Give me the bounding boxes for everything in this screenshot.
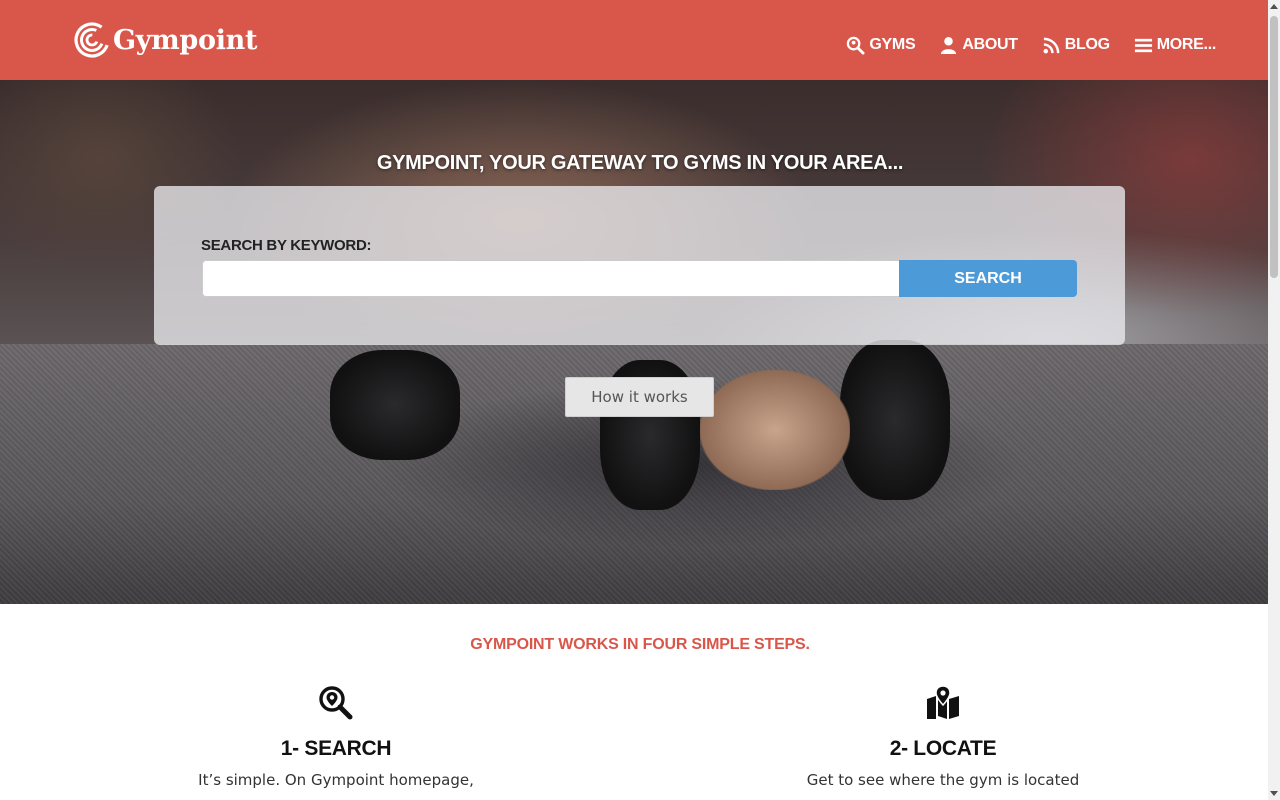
step-search: 1- SEARCH It’s simple. On Gympoint homep… bbox=[136, 685, 536, 789]
step-locate: 2- LOCATE Get to see where the gym is lo… bbox=[743, 685, 1143, 789]
gympoint-logo-icon bbox=[74, 22, 110, 58]
search-button[interactable]: SEARCH bbox=[899, 260, 1077, 297]
menu-icon bbox=[1134, 38, 1152, 52]
hero-title: GYMPOINT, YOUR GATEWAY TO GYMS IN YOUR A… bbox=[376, 152, 904, 174]
nav-label-gyms: GYMS bbox=[869, 36, 916, 53]
step-title: 1- SEARCH bbox=[280, 737, 392, 760]
hero-arm-image bbox=[700, 370, 850, 490]
nav-label-about: ABOUT bbox=[962, 36, 1018, 53]
how-it-works-button[interactable]: How it works bbox=[565, 377, 714, 417]
scroll-down-arrow[interactable] bbox=[1268, 786, 1280, 800]
search-input[interactable] bbox=[202, 260, 899, 297]
page-scrollbar[interactable] bbox=[1268, 0, 1280, 800]
logo[interactable]: Gympoint bbox=[74, 20, 257, 60]
search-icon bbox=[847, 36, 865, 55]
nav-item-gyms[interactable]: GYMS bbox=[846, 36, 916, 55]
nav-item-more[interactable]: MORE... bbox=[1134, 36, 1216, 55]
step-text: Get to see where the gym is located bbox=[806, 771, 1080, 789]
dumbbell-image bbox=[330, 350, 460, 460]
scroll-up-arrow[interactable] bbox=[1268, 0, 1280, 14]
search-location-icon bbox=[319, 686, 353, 720]
step-text: It’s simple. On Gympoint homepage, bbox=[198, 771, 474, 789]
dumbbell-image bbox=[840, 340, 950, 500]
search-label: SEARCH BY KEYWORD: bbox=[201, 237, 372, 254]
main-nav: GYMS ABOUT BLOG MORE... bbox=[822, 33, 1216, 57]
steps-heading: GYMPOINT WORKS IN FOUR SIMPLE STEPS. bbox=[470, 636, 810, 653]
site-header: Gympoint GYMS ABOUT BLOG MORE... bbox=[0, 0, 1268, 80]
logo-text: Gympoint bbox=[113, 24, 258, 56]
nav-item-blog[interactable]: BLOG bbox=[1042, 36, 1110, 55]
scroll-thumb[interactable] bbox=[1270, 16, 1278, 278]
map-pin-icon bbox=[927, 685, 959, 719]
step-title: 2- LOCATE bbox=[889, 737, 997, 760]
nav-label-more: MORE... bbox=[1156, 36, 1217, 53]
rss-icon bbox=[1043, 37, 1060, 53]
search-panel: SEARCH BY KEYWORD: SEARCH bbox=[154, 186, 1125, 345]
hero-section: GYMPOINT, YOUR GATEWAY TO GYMS IN YOUR A… bbox=[0, 80, 1268, 604]
nav-item-about[interactable]: ABOUT bbox=[939, 36, 1018, 55]
user-icon bbox=[941, 36, 957, 54]
nav-label-blog: BLOG bbox=[1064, 36, 1110, 53]
